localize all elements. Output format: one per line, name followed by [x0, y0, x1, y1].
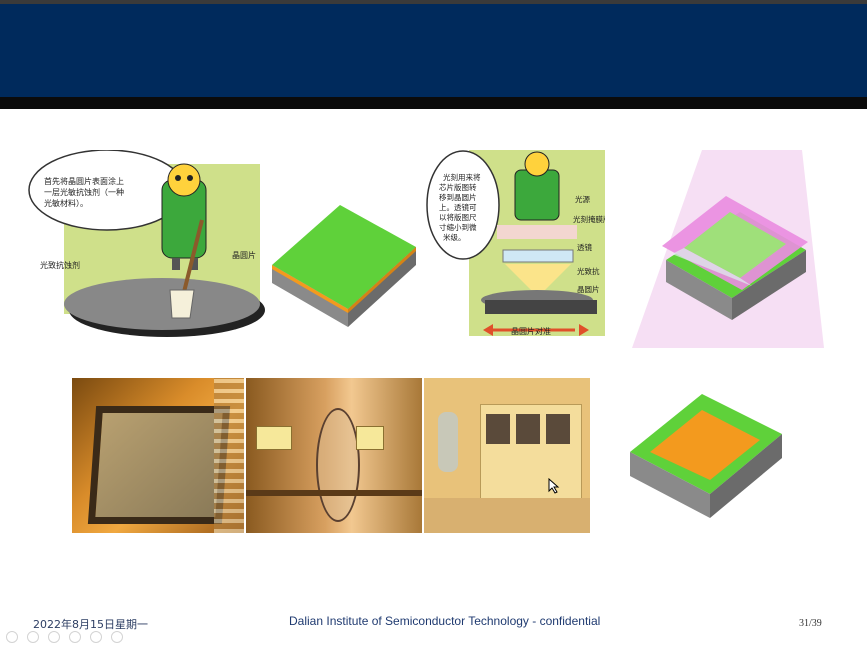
zoom-icon[interactable] — [90, 631, 102, 643]
svg-text:光刻用来将芯片版图转移到晶圆片上。透镜可以将版图尺寸缩小到微: 光刻用来将芯片版图转移到晶圆片上。透镜可以将版图尺寸缩小到微米级。 — [439, 172, 481, 242]
cartoon-resist-coating: 首先将晶圆片表面涂上一层光敏抗蚀剂（一种光敏材料）。 光致抗蚀剂 晶圆片 — [28, 150, 265, 337]
slide-header-band — [0, 4, 867, 97]
svg-text:光源: 光源 — [575, 194, 590, 204]
svg-text:晶圆片: 晶圆片 — [232, 250, 256, 260]
cartoon-lithography: 光刻用来将芯片版图转移到晶圆片上。透镜可以将版图尺寸缩小到微米级。 光源 光刻掩… — [426, 150, 605, 336]
header-divider — [0, 97, 867, 109]
developed-wafer-block — [630, 394, 782, 518]
svg-text:晶圆片: 晶圆片 — [577, 284, 600, 294]
svg-text:透镜: 透镜 — [577, 242, 592, 252]
photo-mask-tray — [72, 378, 244, 533]
more-icon[interactable] — [111, 631, 123, 643]
svg-text:光致抗: 光致抗 — [577, 266, 600, 276]
play-icon[interactable] — [27, 631, 39, 643]
footer-date: 2022年8月15日星期一 — [33, 618, 148, 631]
mask-exposure-diagram — [632, 150, 824, 348]
svg-text:光刻掩膜版: 光刻掩膜版 — [573, 214, 605, 224]
prev-icon[interactable] — [6, 631, 18, 643]
pen-icon[interactable] — [48, 631, 60, 643]
mouse-cursor-icon — [548, 478, 560, 494]
photo-wafer-holder — [246, 378, 422, 533]
copy-icon[interactable] — [69, 631, 81, 643]
svg-text:光致抗蚀剂: 光致抗蚀剂 — [40, 260, 80, 270]
photo-cleanroom-stepper — [424, 378, 590, 533]
slideshow-toolbar — [6, 631, 123, 645]
svg-text:晶圆片对准: 晶圆片对准 — [511, 326, 551, 336]
page-number: 31/39 — [799, 618, 822, 629]
coated-wafer-block — [272, 205, 416, 327]
footer-organization: Dalian Institute of Semiconductor Techno… — [289, 614, 601, 628]
